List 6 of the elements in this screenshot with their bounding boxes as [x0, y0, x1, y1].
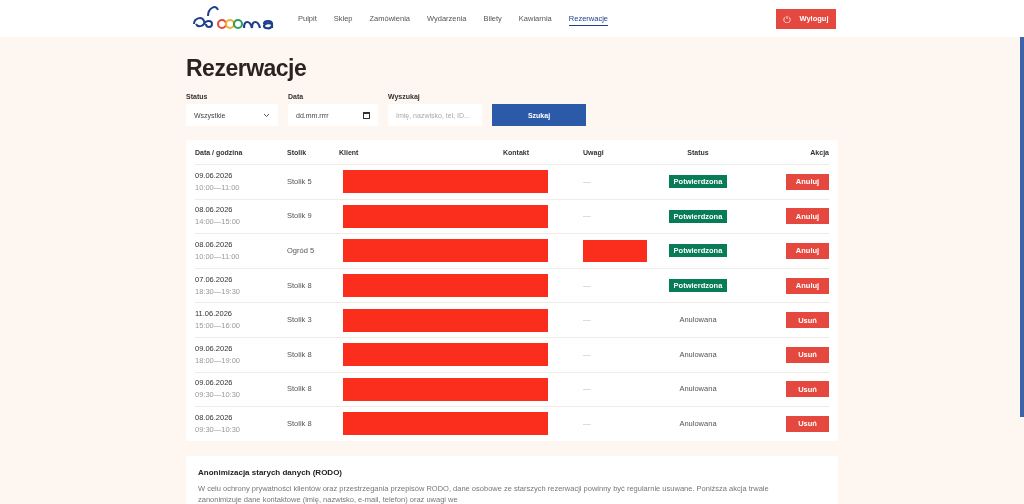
- page-title: Rezerwacje: [186, 55, 308, 82]
- section-title: Anonimizacja starych danych (RODO): [198, 467, 344, 477]
- chevron-icon: [263, 112, 270, 118]
- scrollbar[interactable]: [1020, 37, 1024, 417]
- calendar-icon: [363, 111, 370, 119]
- power-icon: [783, 14, 792, 23]
